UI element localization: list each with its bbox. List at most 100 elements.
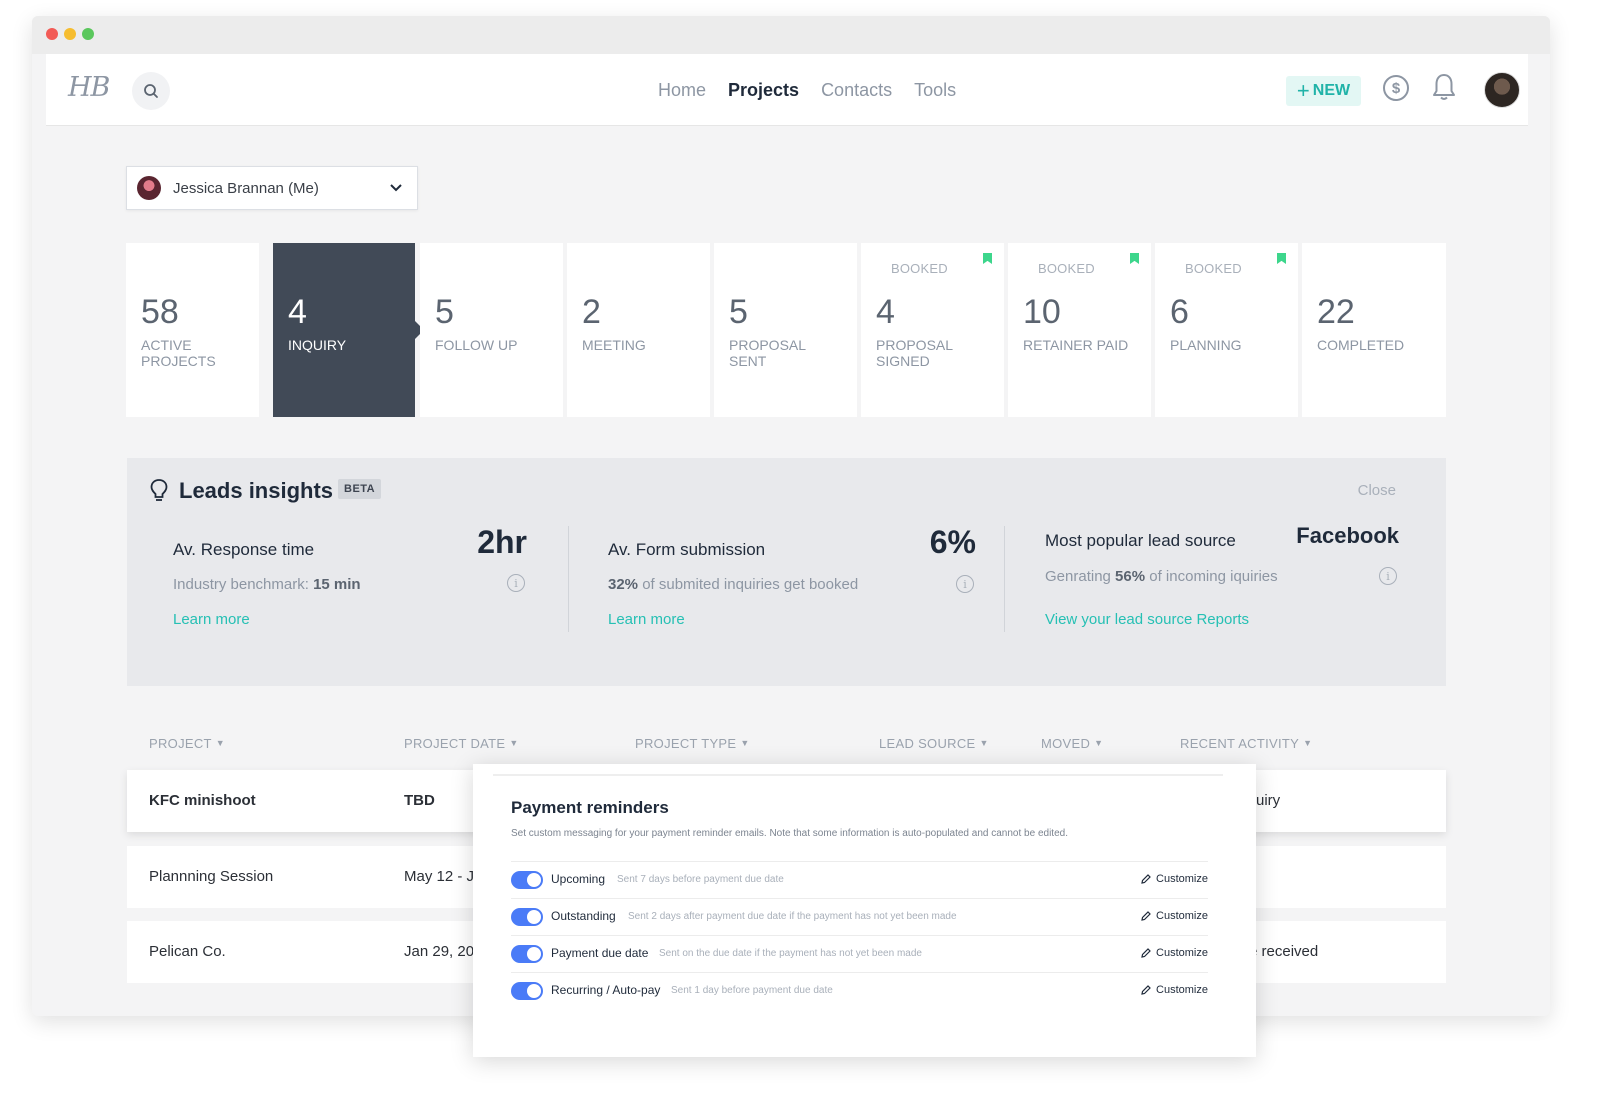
stage-planning[interactable]: BOOKED 6 PLANNING [1155, 243, 1298, 417]
customize-button[interactable]: Customize [1141, 910, 1208, 922]
stage-count: 2 [582, 293, 601, 331]
pipeline-stages: 58 ACTIVE PROJECTS 4 INQUIRY 5 FOLLOW UP… [126, 243, 1446, 417]
dollar-icon[interactable]: $ [1383, 75, 1409, 101]
bookmark-icon [1130, 253, 1139, 264]
insight-label: Av. Form submission [608, 540, 766, 559]
reminder-toggle[interactable] [511, 982, 543, 1000]
customize-button[interactable]: Customize [1141, 947, 1208, 959]
learn-more-link[interactable]: Learn more [608, 611, 685, 628]
insight-label: Most popular lead source [1045, 531, 1236, 550]
reminder-name: Recurring / Auto-pay [551, 983, 661, 997]
insight-subtext: 32% of submited inquiries get booked [608, 576, 859, 593]
column-project-type[interactable]: PROJECT TYPE ▼ [635, 736, 750, 751]
leads-insights-panel: Leads insights BETA Close Av. Response t… [127, 458, 1446, 686]
pencil-icon [1141, 948, 1151, 958]
reminder-row-outstanding: Outstanding Sent 2 days after payment du… [511, 898, 1208, 935]
customize-button[interactable]: Customize [1141, 873, 1208, 885]
nav-contacts[interactable]: Contacts [821, 80, 892, 101]
recent-activity: uiry [1256, 792, 1281, 809]
project-date: Jan 29, 20 [404, 943, 475, 960]
search-button[interactable] [132, 72, 170, 110]
stage-label: COMPLETED [1317, 337, 1405, 353]
stage-active-projects[interactable]: 58 ACTIVE PROJECTS [126, 243, 259, 417]
stage-proposal-sent[interactable]: 5 PROPOSAL SENT [714, 243, 857, 417]
divider [568, 526, 569, 632]
reminder-name: Payment due date [551, 946, 649, 960]
column-project-date[interactable]: PROJECT DATE ▼ [404, 736, 519, 751]
column-project[interactable]: PROJECT ▼ [149, 736, 225, 751]
user-filter-value: Jessica Brannan (Me) [173, 179, 319, 197]
insights-title: Leads insights [179, 478, 334, 503]
minimize-window-icon[interactable] [64, 28, 76, 40]
info-icon[interactable]: i [1379, 567, 1397, 585]
close-window-icon[interactable] [46, 28, 58, 40]
insight-value: 6% [929, 524, 976, 560]
chevron-down-icon: ▼ [215, 738, 225, 748]
reminder-toggle[interactable] [511, 945, 543, 963]
project-date: TBD [404, 792, 435, 809]
lightbulb-icon [150, 479, 168, 501]
stage-completed[interactable]: 22 COMPLETED [1302, 243, 1446, 417]
stage-count: 5 [435, 293, 454, 331]
chevron-down-icon: ▼ [740, 738, 750, 748]
customize-button[interactable]: Customize [1141, 984, 1208, 996]
reminder-row-upcoming: Upcoming Sent 7 days before payment due … [511, 861, 1208, 898]
stage-label: ACTIVE PROJECTS [141, 337, 216, 369]
bookmark-icon [983, 253, 992, 264]
booked-label: BOOKED [1038, 261, 1095, 276]
stage-inquiry[interactable]: 4 INQUIRY [273, 243, 424, 417]
stage-count: 4 [876, 293, 895, 331]
beta-badge: BETA [338, 479, 382, 499]
user-avatar [137, 176, 161, 200]
modal-description: Set custom messaging for your payment re… [511, 828, 1068, 839]
stage-count: 22 [1317, 293, 1355, 331]
learn-more-link[interactable]: Learn more [173, 611, 250, 628]
reminder-description: Sent on the due date if the payment has … [659, 948, 922, 959]
pencil-icon [1141, 874, 1151, 884]
project-name: Pelican Co. [149, 943, 226, 960]
stage-label: PROPOSAL SENT [729, 337, 806, 369]
stage-proposal-signed[interactable]: BOOKED 4 PROPOSAL SIGNED [861, 243, 1004, 417]
stage-count: 6 [1170, 293, 1189, 331]
info-icon[interactable]: i [956, 575, 974, 593]
pencil-icon [1141, 911, 1151, 921]
reminder-name: Upcoming [551, 872, 606, 886]
profile-avatar[interactable] [1484, 72, 1520, 108]
reminder-toggle[interactable] [511, 871, 543, 889]
reminder-description: Sent 7 days before payment due date [617, 874, 784, 885]
lead-source-insight: Most popular lead source Facebook Genrat… [1045, 518, 1399, 638]
nav-projects[interactable]: Projects [728, 80, 799, 101]
stage-label: MEETING [582, 337, 646, 353]
insight-value: 2hr [477, 524, 527, 560]
column-lead-source[interactable]: LEAD SOURCE ▼ [879, 736, 989, 751]
user-filter-dropdown[interactable]: Jessica Brannan (Me) [126, 166, 418, 210]
honeybook-logo[interactable]: HB [68, 72, 110, 103]
booked-label: BOOKED [891, 261, 948, 276]
close-insights-link[interactable]: Close [1358, 482, 1396, 499]
response-time-insight: Av. Response time 2hr Industry benchmark… [173, 518, 527, 638]
stage-follow-up[interactable]: 5 FOLLOW UP [420, 243, 563, 417]
stage-label: PLANNING [1170, 337, 1242, 353]
plus-icon: + [1296, 78, 1310, 103]
stage-meeting[interactable]: 2 MEETING [567, 243, 710, 417]
nav-tools[interactable]: Tools [914, 80, 956, 101]
stage-count: 58 [141, 293, 179, 331]
top-navbar: HB Home Projects Contacts Tools + NEW $ [46, 54, 1528, 126]
project-name: KFC minishoot [149, 792, 256, 809]
stage-retainer-paid[interactable]: BOOKED 10 RETAINER PAID [1008, 243, 1151, 417]
bell-icon[interactable] [1431, 72, 1457, 107]
chevron-down-icon [390, 184, 402, 192]
chevron-down-icon: ▼ [979, 738, 989, 748]
chevron-down-icon: ▼ [1094, 738, 1104, 748]
view-reports-link[interactable]: View your lead source Reports [1045, 611, 1249, 628]
insight-value: Facebook [1296, 523, 1399, 548]
new-button[interactable]: + NEW [1286, 76, 1361, 106]
column-recent-activity[interactable]: RECENT ACTIVITY ▼ [1180, 736, 1312, 751]
column-moved[interactable]: MOVED ▼ [1041, 736, 1103, 751]
info-icon[interactable]: i [507, 574, 525, 592]
reminder-toggle[interactable] [511, 908, 543, 926]
maximize-window-icon[interactable] [82, 28, 94, 40]
nav-home[interactable]: Home [658, 80, 706, 101]
stage-label: FOLLOW UP [435, 337, 518, 353]
chevron-down-icon: ▼ [1303, 738, 1313, 748]
